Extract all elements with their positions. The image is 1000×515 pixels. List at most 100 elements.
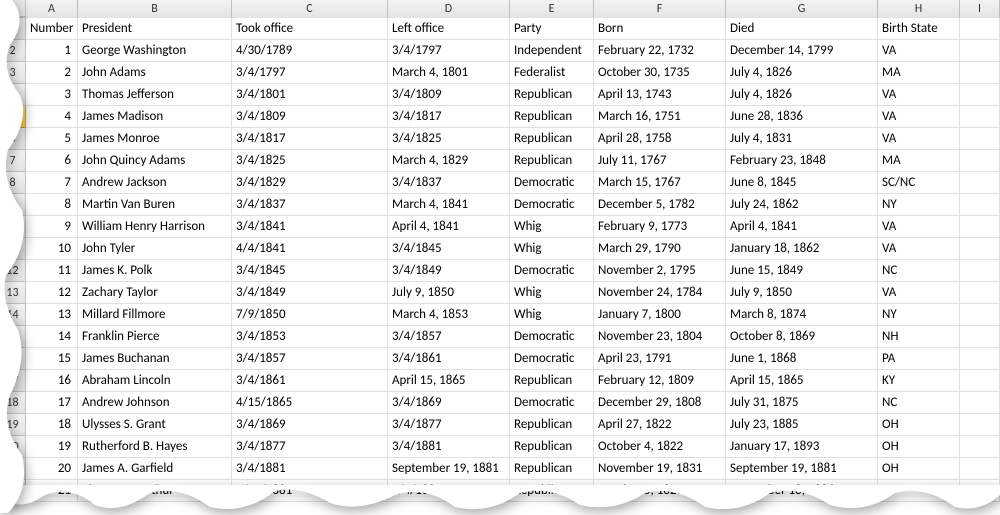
- cell[interactable]: John Quincy Adams: [78, 150, 232, 172]
- cell[interactable]: [960, 304, 1000, 326]
- row-header[interactable]: 14: [0, 304, 26, 326]
- cell[interactable]: 12: [26, 282, 78, 304]
- cell[interactable]: July 9, 1850: [388, 282, 510, 304]
- column-header-F[interactable]: F: [594, 0, 726, 18]
- cell[interactable]: Whig: [510, 216, 594, 238]
- cell[interactable]: 3/4/1817: [232, 128, 388, 150]
- cell[interactable]: November 23, 1804: [594, 326, 726, 348]
- cell[interactable]: 1: [26, 40, 78, 62]
- cell[interactable]: April 4, 1841: [726, 216, 878, 238]
- cell[interactable]: NC: [878, 392, 960, 414]
- row-header[interactable]: 15: [0, 326, 26, 348]
- cell[interactable]: 3/4/1861: [388, 348, 510, 370]
- cell[interactable]: John Adams: [78, 62, 232, 84]
- cell[interactable]: 19: [26, 436, 78, 458]
- cell[interactable]: 16: [26, 370, 78, 392]
- cell[interactable]: [960, 480, 1000, 502]
- cell[interactable]: Born: [594, 18, 726, 40]
- cell[interactable]: VA: [878, 216, 960, 238]
- row-header[interactable]: 22: [0, 480, 26, 502]
- cell[interactable]: OH: [878, 458, 960, 480]
- cell[interactable]: [960, 84, 1000, 106]
- cell[interactable]: July 23, 1885: [726, 414, 878, 436]
- cell[interactable]: 3: [26, 84, 78, 106]
- cell[interactable]: VA: [878, 106, 960, 128]
- cell[interactable]: Democratic: [510, 260, 594, 282]
- cell[interactable]: [960, 62, 1000, 84]
- cell[interactable]: James K. Polk: [78, 260, 232, 282]
- cell[interactable]: MA: [878, 62, 960, 84]
- cell[interactable]: 14: [26, 326, 78, 348]
- row-header[interactable]: 12: [0, 260, 26, 282]
- cell[interactable]: July 31, 1875: [726, 392, 878, 414]
- cell[interactable]: KY: [878, 370, 960, 392]
- cell[interactable]: 3/4/1849: [232, 282, 388, 304]
- cell[interactable]: October 5, 1829: [594, 480, 726, 502]
- column-header-C[interactable]: C: [232, 0, 388, 18]
- cell[interactable]: Party: [510, 18, 594, 40]
- cell[interactable]: July 24, 1862: [726, 194, 878, 216]
- cell[interactable]: June 28, 1836: [726, 106, 878, 128]
- cell[interactable]: July 4, 1826: [726, 62, 878, 84]
- cell[interactable]: NY: [878, 304, 960, 326]
- cell[interactable]: 3/4/1801: [232, 84, 388, 106]
- cell[interactable]: November 19, 1831: [594, 458, 726, 480]
- cell[interactable]: 7/9/1850: [232, 304, 388, 326]
- cell[interactable]: 3/4/1881: [388, 436, 510, 458]
- cell[interactable]: Republican: [510, 128, 594, 150]
- cell[interactable]: [960, 150, 1000, 172]
- cell[interactable]: 3/4/1869: [388, 392, 510, 414]
- cell[interactable]: Andrew Johnson: [78, 392, 232, 414]
- cell[interactable]: James Madison: [78, 106, 232, 128]
- cell[interactable]: [960, 238, 1000, 260]
- cell[interactable]: 3/4/1797: [388, 40, 510, 62]
- cell[interactable]: 17: [26, 392, 78, 414]
- row-header[interactable]: 2: [0, 40, 26, 62]
- cell[interactable]: [960, 392, 1000, 414]
- cell[interactable]: SC/NC: [878, 172, 960, 194]
- cell[interactable]: James Monroe: [78, 128, 232, 150]
- cell[interactable]: 3/4/1857: [388, 326, 510, 348]
- cell[interactable]: 3/4/1877: [232, 436, 388, 458]
- cell[interactable]: 3/4/1837: [232, 194, 388, 216]
- cell[interactable]: Birth State: [878, 18, 960, 40]
- cell[interactable]: 10: [26, 238, 78, 260]
- cell[interactable]: VT: [878, 480, 960, 502]
- row-header[interactable]: 10: [0, 216, 26, 238]
- cell[interactable]: April 23, 1791: [594, 348, 726, 370]
- cell[interactable]: 15: [26, 348, 78, 370]
- cell[interactable]: March 4, 1829: [388, 150, 510, 172]
- cell[interactable]: December 29, 1808: [594, 392, 726, 414]
- cell[interactable]: NC: [878, 260, 960, 282]
- select-all-corner[interactable]: [0, 0, 26, 17]
- cell[interactable]: [960, 436, 1000, 458]
- cell[interactable]: Republican: [510, 414, 594, 436]
- cell[interactable]: 4/15/1865: [232, 392, 388, 414]
- cell[interactable]: 3/4/1881: [232, 458, 388, 480]
- cell[interactable]: 9: [26, 216, 78, 238]
- cell[interactable]: [960, 40, 1000, 62]
- cell[interactable]: Democratic: [510, 392, 594, 414]
- cell[interactable]: Whig: [510, 238, 594, 260]
- cell[interactable]: 3/4/1817: [388, 106, 510, 128]
- cell[interactable]: February 22, 1732: [594, 40, 726, 62]
- cell[interactable]: January 7, 1800: [594, 304, 726, 326]
- cell[interactable]: Republican: [510, 458, 594, 480]
- cell[interactable]: 3/4/1825: [232, 150, 388, 172]
- cell[interactable]: OH: [878, 414, 960, 436]
- cell[interactable]: 11: [26, 260, 78, 282]
- cell[interactable]: William Henry Harrison: [78, 216, 232, 238]
- cell[interactable]: Left office: [388, 18, 510, 40]
- cell[interactable]: Ulysses S. Grant: [78, 414, 232, 436]
- cell[interactable]: 3/4/1841: [232, 216, 388, 238]
- cell[interactable]: [960, 216, 1000, 238]
- cell[interactable]: March 4, 1801: [388, 62, 510, 84]
- row-header[interactable]: 18: [0, 392, 26, 414]
- cell[interactable]: 6: [26, 150, 78, 172]
- cell[interactable]: 3/4/1869: [232, 414, 388, 436]
- cell[interactable]: October 4, 1822: [594, 436, 726, 458]
- cell[interactable]: January 18, 1862: [726, 238, 878, 260]
- cell[interactable]: 7: [26, 172, 78, 194]
- cell[interactable]: June 1, 1868: [726, 348, 878, 370]
- cell[interactable]: Millard Fillmore: [78, 304, 232, 326]
